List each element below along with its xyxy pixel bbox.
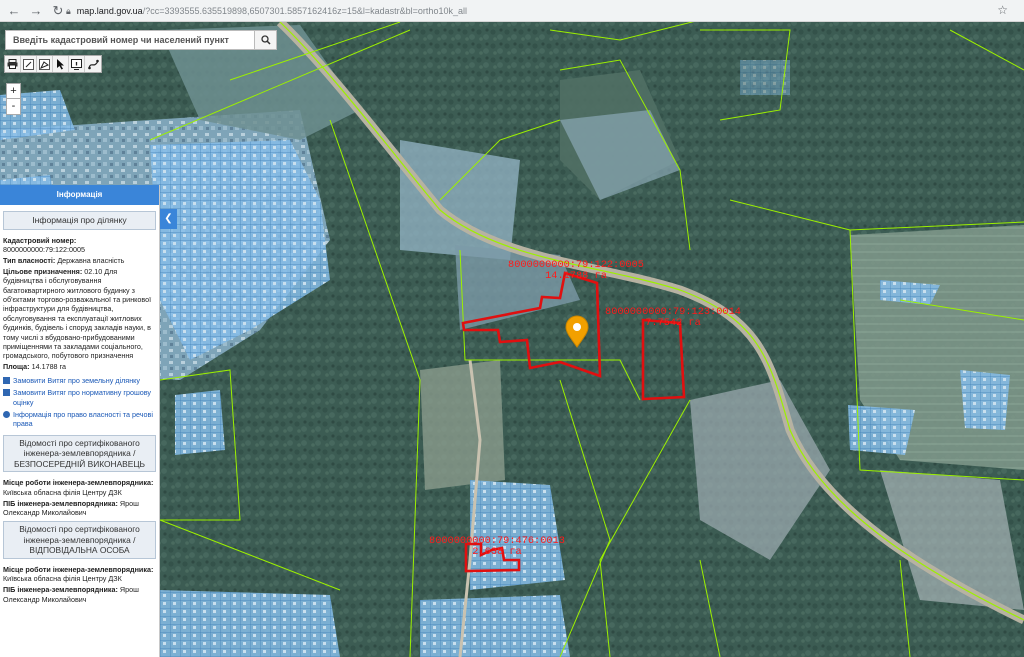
browser-toolbar: ← → ↻ 🔒︎ map.land.gov.ua /?cc=3393555.63… — [0, 0, 1024, 22]
workplace-row: Місце роботи інженера-землевпорядника: К… — [3, 478, 156, 497]
area-row: Площа: 14.1788 га — [3, 362, 156, 371]
ownership-label: Тип власності: — [3, 255, 56, 265]
zoom-out-button[interactable]: - — [7, 99, 20, 114]
url-path: /?cc=3393555.635519898,6507301.585716241… — [142, 6, 467, 16]
search-button[interactable] — [254, 31, 276, 49]
reload-icon[interactable]: ↻ — [50, 3, 66, 19]
document-icon — [3, 389, 10, 397]
map-toolbar — [4, 55, 102, 73]
info-icon[interactable] — [69, 56, 85, 72]
panel-header: Інформація — [0, 185, 159, 205]
panel-body: Інформація про ділянку Кадастровий номер… — [0, 205, 159, 609]
zoom-control: + - — [6, 83, 21, 115]
search-icon — [260, 35, 271, 45]
parcel-label-2[interactable]: 8000000000:79:123:0014 7.7542 га — [603, 307, 743, 329]
zoom-in-button[interactable]: + — [7, 84, 20, 99]
lock-icon: 🔒︎ — [66, 5, 71, 16]
url-host: map.land.gov.ua — [76, 6, 143, 16]
purpose-label: Цільове призначення: — [3, 266, 83, 276]
parcel-area: 14.1788 га — [545, 270, 607, 282]
workplace-label: Місце роботи інженера-землевпорядника: — [3, 564, 154, 574]
pointer-icon[interactable] — [53, 56, 69, 72]
area-value: 14.1788 га — [31, 362, 67, 372]
ownership-rights-link[interactable]: Інформація про право власності та речові… — [3, 410, 156, 429]
workplace-value: Київська обласна філія Центру ДЗК — [3, 574, 122, 584]
cadastral-value: 8000000000:79:122:0005 — [3, 244, 85, 254]
back-icon[interactable]: ← — [6, 3, 22, 19]
address-bar[interactable]: 🔒︎ map.land.gov.ua /?cc=3393555.63551989… — [66, 3, 1006, 19]
engineer-name-row-2: ПІБ інженера-землевпорядника: Ярош Олекс… — [3, 585, 156, 604]
area-label: Площа: — [3, 362, 30, 372]
search-input[interactable] — [6, 31, 254, 49]
parcel-info-section-title: Інформація про ділянку — [3, 211, 156, 230]
name-label: ПІБ інженера-землевпорядника: — [3, 498, 118, 508]
parcel-area: 7.7542 га — [645, 317, 701, 329]
workplace-value: Київська обласна філія Центру ДЗК — [3, 487, 122, 497]
draw-icon[interactable] — [85, 56, 101, 72]
cadastral-search — [5, 30, 277, 50]
link-label: Інформація про право власності та речові… — [13, 409, 153, 429]
engineer-name-row: ПІБ інженера-землевпорядника: Ярош Олекс… — [3, 499, 156, 518]
cadastral-label: Кадастровий номер: — [3, 235, 77, 245]
parcel-area: 2.638 га — [472, 546, 522, 558]
name-label: ПІБ інженера-землевпорядника: — [3, 585, 118, 595]
engineer-section-executor: Відомості про сертифікованого інженера-з… — [3, 434, 156, 473]
parcel-label-1[interactable]: 8000000000:79:122:0005 14.1788 га — [506, 260, 646, 282]
order-land-extract-link[interactable]: Замовити Витяг про земельну ділянку — [3, 376, 156, 385]
forward-icon[interactable]: → — [28, 3, 44, 19]
measure-area-icon[interactable] — [37, 56, 53, 72]
chevron-left-icon: ❮ — [164, 213, 173, 224]
link-label: Замовити Витяг про нормативну грошову оц… — [13, 388, 151, 407]
info-circle-icon — [3, 410, 10, 418]
workplace-row-2: Місце роботи інженера-землевпорядника: К… — [3, 565, 156, 584]
ownership-row: Тип власності: Державна власність — [3, 256, 156, 265]
link-label: Замовити Витяг про земельну ділянку — [13, 375, 140, 385]
workplace-label: Місце роботи інженера-землевпорядника: — [3, 478, 154, 488]
engineer-section-responsible: Відомості про сертифікованого інженера-з… — [3, 521, 156, 559]
document-icon — [3, 376, 10, 384]
print-icon[interactable] — [5, 56, 21, 72]
info-panel: Інформація Інформація про ділянку Кадаст… — [0, 185, 160, 657]
purpose-row: Цільове призначення: 02.10 Для будівницт… — [3, 267, 156, 361]
measure-distance-icon[interactable] — [21, 56, 37, 72]
parcel-label-3[interactable]: 8000000000:79:476:0013 2.638 га — [427, 536, 567, 558]
purpose-value: 02.10 Для будівництва і обслуговування б… — [3, 266, 152, 361]
ownership-value: Державна власність — [57, 255, 125, 265]
order-valuation-extract-link[interactable]: Замовити Витяг про нормативну грошову оц… — [3, 388, 156, 407]
collapse-panel-button[interactable]: ❮ — [160, 209, 177, 229]
cadastral-number-row: Кадастровий номер: 8000000000:79:122:000… — [3, 236, 156, 255]
bookmark-star-icon[interactable]: ☆ — [997, 3, 1008, 17]
